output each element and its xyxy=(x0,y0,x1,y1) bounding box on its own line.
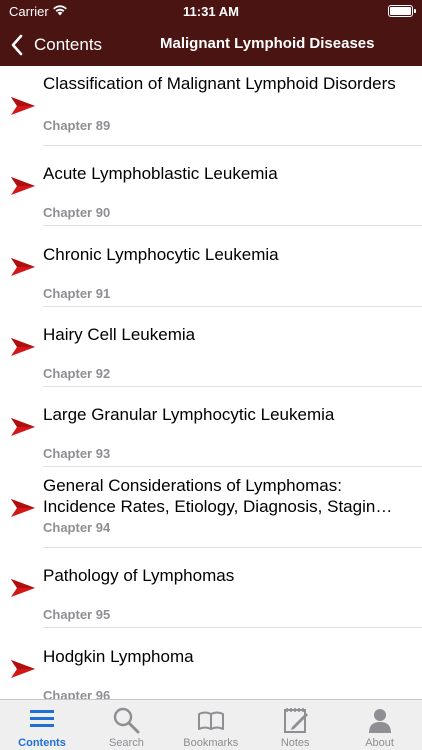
row-divider xyxy=(43,225,422,226)
tab-notes[interactable]: Notes xyxy=(253,700,337,750)
chapter-title: Acute Lymphoblastic Leukemia xyxy=(43,164,278,183)
row-divider xyxy=(43,466,422,467)
chapter-title: Hairy Cell Leukemia xyxy=(43,325,196,344)
tab-search[interactable]: Search xyxy=(84,700,168,750)
row-divider xyxy=(43,627,422,628)
battery-icon xyxy=(388,5,416,17)
chapter-title: Classification of Malignant Lymphoid Dis… xyxy=(43,74,396,93)
tab-bookmarks[interactable]: Bookmarks xyxy=(169,700,253,750)
person-icon xyxy=(368,709,391,733)
chapter-number: Chapter 94 xyxy=(43,520,111,535)
book-icon xyxy=(197,711,224,730)
chapter-title: Large Granular Lymphocytic Leukemia xyxy=(43,405,335,424)
back-button[interactable]: Contents xyxy=(10,31,102,59)
chapter-list: Classification of Malignant Lymphoid Dis… xyxy=(0,66,422,699)
chapter-title: Hodgkin Lymphoma xyxy=(43,647,194,666)
red-arrow-icon xyxy=(11,338,35,356)
tab-label: Search xyxy=(108,737,144,749)
tab-label: Notes xyxy=(280,737,310,749)
chapter-number: Chapter 96 xyxy=(43,688,111,699)
back-label: Contents xyxy=(34,35,103,54)
chapter-row[interactable]: Large Granular Lymphocytic Leukemia Chapt… xyxy=(0,387,422,467)
red-arrow-icon xyxy=(11,177,35,195)
chapter-row[interactable]: General Considerations of Lymphomas: Inc… xyxy=(0,468,422,548)
chapter-number: Chapter 93 xyxy=(43,446,111,461)
red-arrow-icon xyxy=(11,258,35,276)
chapter-title: Pathology of Lymphomas xyxy=(43,566,235,585)
status-time: 11:31 AM xyxy=(183,4,239,19)
chapter-row[interactable]: Acute Lymphoblastic Leukemia Chapter 90 xyxy=(0,146,422,226)
tab-contents[interactable]: Contents xyxy=(0,700,84,750)
chapter-title: Chronic Lymphocytic Leukemia xyxy=(43,245,279,264)
list-icon xyxy=(30,710,54,727)
chapter-row[interactable]: Hodgkin Lymphoma Chapter 96 xyxy=(0,629,422,699)
chapter-row[interactable]: Hairy Cell Leukemia Chapter 92 xyxy=(0,307,422,387)
chapter-number: Chapter 92 xyxy=(43,366,111,381)
tab-label: Bookmarks xyxy=(183,737,239,749)
red-arrow-icon xyxy=(11,579,35,597)
chapter-row[interactable]: Chronic Lymphocytic Leukemia Chapter 91 xyxy=(0,227,422,307)
tab-about[interactable]: About xyxy=(338,700,422,750)
notebook-icon xyxy=(284,708,309,733)
red-arrow-icon xyxy=(11,499,35,517)
red-arrow-icon xyxy=(11,97,35,115)
red-arrow-icon xyxy=(11,418,35,436)
chapter-row[interactable]: Pathology of Lymphomas Chapter 95 xyxy=(0,548,422,628)
search-icon xyxy=(114,707,140,734)
chapter-number: Chapter 91 xyxy=(43,286,111,301)
tab-label: Contents xyxy=(18,737,66,749)
tab-label: About xyxy=(365,737,394,749)
tab-bar: Contents Search Bookmarks Notes About xyxy=(0,699,422,750)
chevron-left-icon xyxy=(11,34,23,56)
chapter-number: Chapter 89 xyxy=(43,118,111,133)
chapter-number: Chapter 90 xyxy=(43,205,111,220)
chapter-title: General Considerations of Lymphomas: Inc… xyxy=(43,476,393,516)
navigation-bar: Contents Malignant Lymphoid Diseases xyxy=(0,24,422,66)
status-bar: Carrier 11:31 AM xyxy=(0,0,422,24)
header: Carrier 11:31 AM Contents Malignant Lymp… xyxy=(0,0,422,66)
chapter-number: Chapter 95 xyxy=(43,607,111,622)
page-title: Malignant Lymphoid Diseases xyxy=(160,35,375,52)
chapter-row[interactable]: Classification of Malignant Lymphoid Dis… xyxy=(0,66,422,146)
red-arrow-icon xyxy=(11,660,35,678)
